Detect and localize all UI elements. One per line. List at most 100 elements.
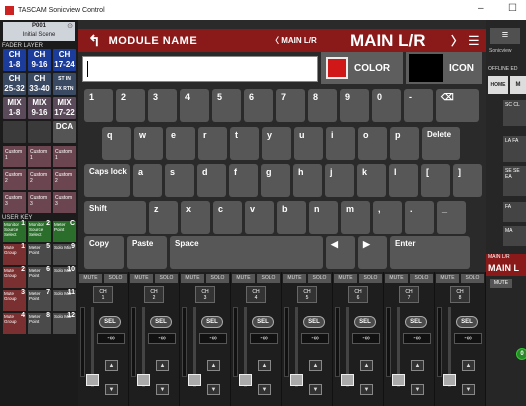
key-symbol[interactable]: - — [404, 89, 433, 122]
key-9[interactable]: 9 — [340, 89, 369, 122]
key-x[interactable]: x — [181, 201, 210, 234]
prev-channel-button[interactable]: 〈 MAIN L/R — [271, 35, 317, 46]
user-key-button[interactable]: Mute Group 3 — [3, 289, 26, 311]
user-key-button[interactable]: Monitor Source Select 1 — [3, 220, 26, 242]
key-j[interactable]: j — [325, 164, 354, 197]
fader-knob[interactable] — [239, 374, 252, 386]
solo-button[interactable]: SOLO — [155, 274, 178, 283]
key-copy[interactable]: Copy — [84, 236, 124, 269]
mute-button[interactable]: MUTE — [232, 274, 255, 283]
up-arrow-icon[interactable]: ▲ — [105, 360, 118, 371]
key-p[interactable]: p — [390, 127, 419, 160]
hamburger-menu-icon[interactable]: ≡ — [490, 28, 520, 44]
key-i[interactable]: i — [326, 127, 355, 160]
user-key-button[interactable]: Mute Group 1 — [3, 243, 26, 265]
key-symbol[interactable]: . — [405, 201, 434, 234]
key-v[interactable]: v — [245, 201, 274, 234]
key-symbol[interactable]: ] — [453, 164, 482, 197]
key-n[interactable]: n — [309, 201, 338, 234]
key-shift[interactable]: Shift — [84, 201, 146, 234]
custom-layer-button[interactable]: Custom 1 — [53, 146, 76, 167]
fader-knob[interactable] — [188, 374, 201, 386]
maximize-button[interactable]: ☐ — [508, 3, 517, 14]
solo-button[interactable]: SOLO — [104, 274, 127, 283]
fader-layer-button[interactable]: DCA — [53, 121, 76, 143]
key-3[interactable]: 3 — [148, 89, 177, 122]
key-u[interactable]: u — [294, 127, 323, 160]
user-key-button[interactable]: Mute Group 2 — [3, 266, 26, 288]
key-6[interactable]: 6 — [244, 89, 273, 122]
key-caps-lock[interactable]: Caps lock — [84, 164, 130, 197]
key-a[interactable]: a — [133, 164, 162, 197]
home-button[interactable]: HOME — [488, 76, 508, 94]
key-symbol[interactable]: _ — [437, 201, 466, 234]
main-sel-button[interactable]: 0 — [516, 348, 526, 360]
right-panel-block-5[interactable]: MA — [503, 226, 526, 246]
custom-layer-button[interactable]: Custom 3 — [3, 192, 26, 213]
sel-button[interactable]: SEL — [303, 316, 325, 328]
fader-layer-button[interactable]: MIX 1-8 — [3, 97, 26, 119]
up-arrow-icon[interactable]: ▲ — [309, 360, 322, 371]
preset-display[interactable]: P001 Initial Scene ⊙ — [3, 22, 75, 41]
key-symbol[interactable]: ◀ — [326, 236, 355, 269]
custom-layer-button[interactable]: Custom 3 — [53, 192, 76, 213]
up-arrow-icon[interactable]: ▲ — [207, 360, 220, 371]
mute-button[interactable]: MUTE — [79, 274, 102, 283]
sel-button[interactable]: SEL — [99, 316, 121, 328]
color-button[interactable]: COLOR — [321, 52, 403, 84]
fader-layer-button[interactable]: CH 25-32 — [3, 73, 26, 95]
key-t[interactable]: t — [230, 127, 259, 160]
fader-knob[interactable] — [86, 374, 99, 386]
key-g[interactable]: g — [261, 164, 290, 197]
down-arrow-icon[interactable]: ▼ — [462, 384, 475, 395]
custom-layer-button[interactable]: Custom 1 — [28, 146, 51, 167]
key-symbol[interactable]: , — [373, 201, 402, 234]
fader-layer-button[interactable]: MIX 17-22 — [53, 97, 76, 119]
fader-layer-button[interactable]: CH 1-8 — [3, 49, 26, 71]
sel-button[interactable]: SEL — [201, 316, 223, 328]
key-space[interactable]: Space — [170, 236, 323, 269]
sel-button[interactable]: SEL — [252, 316, 274, 328]
fader-layer-button[interactable]: ST IN FX RTN — [53, 73, 76, 95]
key-d[interactable]: d — [197, 164, 226, 197]
down-arrow-icon[interactable]: ▼ — [309, 384, 322, 395]
sel-button[interactable]: SEL — [456, 316, 478, 328]
key-symbol[interactable]: ▶ — [358, 236, 387, 269]
mute-button[interactable]: MUTE — [181, 274, 204, 283]
custom-layer-button[interactable]: Custom 3 — [28, 192, 51, 213]
solo-button[interactable]: SOLO — [206, 274, 229, 283]
up-arrow-icon[interactable]: ▲ — [360, 360, 373, 371]
down-arrow-icon[interactable]: ▼ — [105, 384, 118, 395]
key-k[interactable]: k — [357, 164, 386, 197]
key-0[interactable]: 0 — [372, 89, 401, 122]
solo-button[interactable]: SOLO — [410, 274, 433, 283]
user-key-button[interactable]: Meter Point 7 — [28, 289, 51, 311]
up-arrow-icon[interactable]: ▲ — [258, 360, 271, 371]
key-paste[interactable]: Paste — [127, 236, 167, 269]
user-key-button[interactable]: Mute Group 4 — [3, 312, 26, 334]
fader-layer-button[interactable] — [3, 121, 26, 143]
key-z[interactable]: z — [149, 201, 178, 234]
fader-layer-button[interactable] — [28, 121, 51, 143]
key-r[interactable]: r — [198, 127, 227, 160]
mute-button[interactable]: MUTE — [334, 274, 357, 283]
fader-layer-button[interactable]: MIX 9-16 — [28, 97, 51, 119]
key-o[interactable]: o — [358, 127, 387, 160]
custom-layer-button[interactable]: Custom 1 — [3, 146, 26, 167]
key-2[interactable]: 2 — [116, 89, 145, 122]
custom-layer-button[interactable]: Custom 2 — [3, 169, 26, 190]
up-arrow-icon[interactable]: ▲ — [156, 360, 169, 371]
solo-button[interactable]: SOLO — [257, 274, 280, 283]
key-c[interactable]: c — [213, 201, 242, 234]
right-panel-block-1[interactable]: SC CL — [503, 100, 526, 126]
sel-button[interactable]: SEL — [405, 316, 427, 328]
sel-button[interactable]: SEL — [150, 316, 172, 328]
mute-button[interactable]: MUTE — [436, 274, 459, 283]
mute-button[interactable]: MUTE — [283, 274, 306, 283]
fader-knob[interactable] — [290, 374, 303, 386]
user-key-button[interactable]: Solo Mix 12 — [53, 312, 76, 334]
down-arrow-icon[interactable]: ▼ — [258, 384, 271, 395]
sel-button[interactable]: SEL — [354, 316, 376, 328]
right-panel-block-2[interactable]: LA FA — [503, 136, 526, 162]
key-1[interactable]: 1 — [84, 89, 113, 122]
